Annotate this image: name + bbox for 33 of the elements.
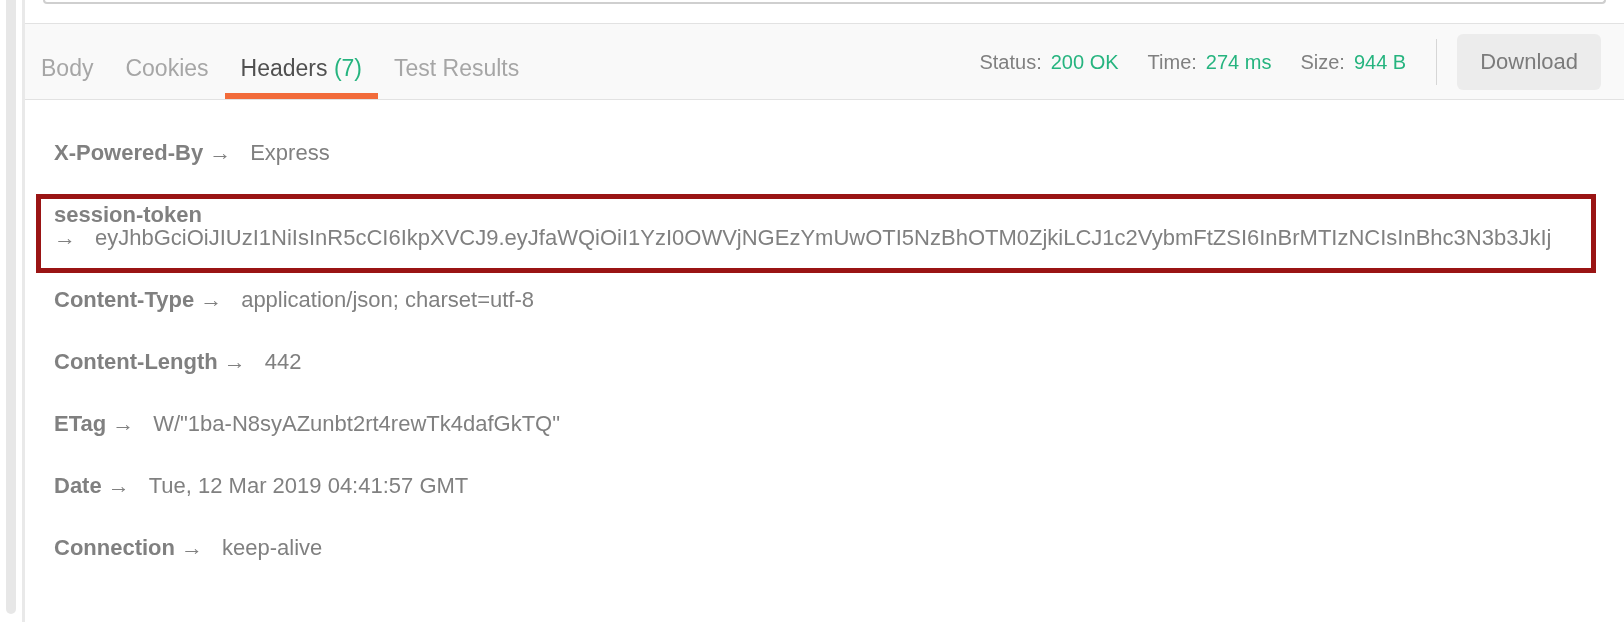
arrow-icon: → bbox=[223, 350, 246, 373]
tab[interactable]: Body bbox=[25, 54, 110, 99]
header-name: session-token bbox=[54, 203, 202, 226]
tab[interactable]: Cookies bbox=[109, 54, 225, 99]
stat-label: Time: bbox=[1147, 49, 1197, 75]
stat-label: Status: bbox=[979, 49, 1042, 75]
header-value: Tue, 12 Mar 2019 04:41:57 GMT bbox=[148, 474, 469, 497]
arrow-icon: → bbox=[181, 536, 203, 559]
arrow-icon: → bbox=[54, 226, 76, 249]
arrow-icon: → bbox=[200, 288, 223, 311]
header-name: ETag bbox=[54, 412, 107, 435]
header-value: 442 bbox=[264, 350, 302, 373]
stat-value: 944 B bbox=[1353, 49, 1407, 75]
header-name: Connection bbox=[54, 536, 175, 559]
header-name: Content-Type bbox=[54, 288, 195, 311]
stat-label: Size: bbox=[1300, 49, 1345, 75]
stat-value: 274 ms bbox=[1205, 49, 1272, 75]
header-value: Express bbox=[250, 141, 330, 164]
arrow-icon: → bbox=[112, 412, 135, 435]
arrow-icon: → bbox=[209, 141, 232, 164]
header-value: W/"1ba-N8syAZunbt2rt4rewTk4dafGkTQ" bbox=[153, 412, 561, 435]
header-value: eyJhbGciOiJIUzI1NiIsInR5cCI6IkpXVCJ9.eyJfaWQiOiI1YzI0OWVjNGEzYmUwOTI5NzBhOTM0ZjkiLCJ1c2VybmFtZSI6InBrMTIzNCIsInBhc3N3b3JkIj bbox=[95, 226, 1552, 249]
stat-value: 200 OK bbox=[1050, 49, 1119, 75]
header-value: keep-alive bbox=[222, 536, 323, 559]
header-value: application/json; charset=utf-8 bbox=[241, 288, 535, 311]
tab[interactable]: Test Results bbox=[378, 54, 536, 99]
header-name: X-Powered-By bbox=[54, 141, 204, 164]
header-name: Content-Length bbox=[54, 350, 218, 373]
arrow-icon: → bbox=[107, 474, 130, 497]
download-button[interactable]: Download bbox=[1457, 33, 1601, 90]
scrollbar[interactable] bbox=[6, 0, 16, 614]
tab[interactable]: Headers (7) bbox=[224, 54, 378, 99]
header-name: Date bbox=[54, 474, 102, 497]
